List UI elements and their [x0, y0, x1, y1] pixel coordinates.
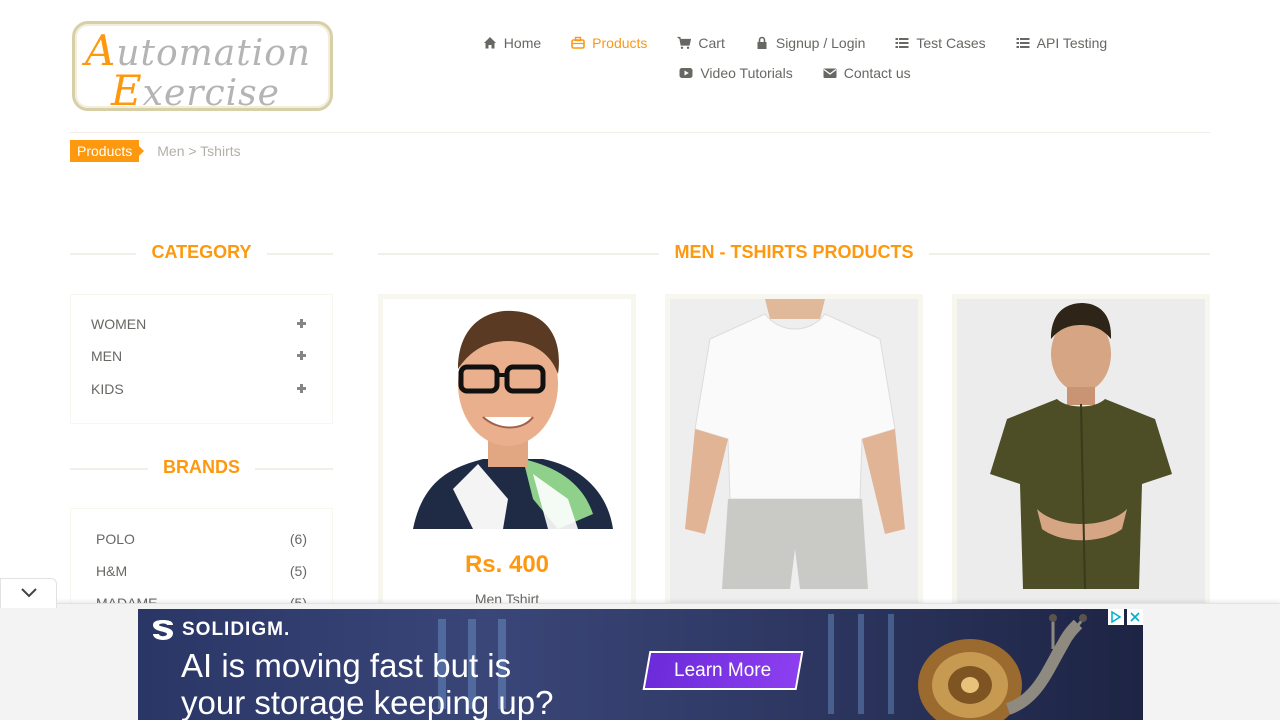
- nav-api-testing[interactable]: API Testing: [1016, 35, 1108, 51]
- nav-contact-us[interactable]: Contact us: [823, 65, 911, 81]
- site-header: Automation Exercise Home Products Cart S…: [0, 0, 1280, 133]
- nav-products[interactable]: Products: [571, 35, 647, 51]
- brand-count: (5): [289, 563, 307, 579]
- breadcrumb-current: Men > Tshirts: [157, 143, 241, 159]
- nav-home[interactable]: Home: [483, 35, 541, 51]
- nav-api-testing-label: API Testing: [1036, 35, 1108, 51]
- nav-home-label: Home: [503, 35, 542, 51]
- ad-info-icon[interactable]: [1108, 609, 1124, 625]
- category-women[interactable]: WOMEN: [91, 314, 307, 334]
- ad-brand-label: SOLIDIGM.: [182, 619, 291, 640]
- product-photo-olive-shirt: [957, 299, 1205, 604]
- main-nav: Home Products Cart Signup / Login Test C…: [470, 28, 1120, 88]
- brand-count: (6): [289, 531, 307, 547]
- nav-products-label: Products: [592, 35, 648, 51]
- ad-headline-line-2: your storage keeping up?: [181, 684, 554, 720]
- cart-icon: [677, 36, 692, 49]
- product-image: [383, 299, 631, 529]
- breadcrumb-products[interactable]: Products: [70, 140, 145, 162]
- category-heading: Category: [70, 242, 333, 266]
- product-price: Rs. 400: [464, 551, 550, 578]
- chevron-down-icon: [21, 588, 37, 598]
- ad-close-icon[interactable]: [1127, 609, 1143, 625]
- ad-banner[interactable]: SOLIDIGM. AI is moving fast but is your …: [138, 609, 1143, 720]
- plus-icon[interactable]: [297, 351, 307, 361]
- category-men-label: MEN: [91, 348, 123, 364]
- ad-headline-line-1: AI is moving fast but is: [181, 647, 512, 684]
- plus-icon[interactable]: [297, 384, 307, 394]
- brands-title: Brands: [147, 457, 255, 477]
- logo-line-2: Exercise: [111, 66, 280, 115]
- ad-learn-more-label: Learn More: [674, 660, 772, 681]
- category-men[interactable]: MEN: [91, 346, 307, 366]
- home-icon: [483, 37, 496, 49]
- ad-choices-icon: [1111, 610, 1122, 624]
- category-title: Category: [136, 242, 267, 262]
- product-photo-man-glasses: [383, 299, 631, 529]
- ad-collapse-button[interactable]: [0, 578, 57, 608]
- site-logo[interactable]: Automation Exercise: [72, 21, 333, 115]
- brand-hm[interactable]: H&M (5): [96, 561, 307, 581]
- nav-contact-us-label: Contact us: [843, 65, 911, 81]
- brand-polo[interactable]: POLO (6): [96, 529, 307, 549]
- nav-cart-label: Cart: [698, 35, 725, 51]
- product-image: [670, 299, 918, 604]
- nav-video-tutorials-label: Video Tutorials: [700, 65, 793, 81]
- ad-learn-more-button[interactable]: Learn More: [642, 651, 804, 690]
- plus-icon[interactable]: [297, 319, 307, 329]
- envelope-icon: [823, 68, 837, 78]
- product-card: Rs. 400 Men Tshirt: [378, 294, 636, 614]
- breadcrumb: Products Men > Tshirts: [70, 140, 241, 162]
- list-icon: [895, 38, 909, 48]
- nav-video-tutorials[interactable]: Video Tutorials: [679, 65, 793, 81]
- nav-row-1: Home Products Cart Signup / Login Test C…: [470, 28, 1120, 58]
- ad-brand: SOLIDIGM.: [150, 619, 290, 641]
- solidigm-logo-icon: [153, 620, 173, 640]
- nav-test-cases-label: Test Cases: [916, 35, 986, 51]
- close-icon: [1130, 612, 1140, 622]
- brand-name: H&M: [96, 563, 128, 579]
- lock-icon: [757, 36, 767, 49]
- products-title: Men - Tshirts Products: [659, 242, 929, 262]
- category-kids-label: KIDS: [91, 381, 124, 397]
- brands-heading: Brands: [70, 457, 333, 481]
- page: Automation Exercise Home Products Cart S…: [0, 0, 1280, 720]
- nav-row-2: Video Tutorials Contact us: [470, 58, 1120, 88]
- product-image: [957, 299, 1205, 604]
- nav-cart[interactable]: Cart: [677, 35, 725, 51]
- ad-headline: AI is moving fast but is your storage ke…: [181, 647, 553, 720]
- list-icon: [1016, 38, 1030, 48]
- briefcase-icon: [571, 36, 585, 49]
- product-card: [952, 294, 1210, 614]
- category-women-label: WOMEN: [91, 316, 147, 332]
- category-panel: WOMEN MEN KIDS: [70, 294, 333, 424]
- product-card: [665, 294, 923, 614]
- youtube-play-icon: [679, 68, 693, 78]
- header-divider: [70, 132, 1210, 133]
- products-heading: Men - Tshirts Products: [378, 242, 1210, 266]
- nav-test-cases[interactable]: Test Cases: [895, 35, 986, 51]
- category-kids[interactable]: KIDS: [91, 379, 307, 399]
- nav-signup-login[interactable]: Signup / Login: [755, 35, 866, 51]
- product-photo-white-tshirt: [670, 299, 918, 604]
- brand-name: POLO: [96, 531, 135, 547]
- nav-signup-login-label: Signup / Login: [775, 35, 866, 51]
